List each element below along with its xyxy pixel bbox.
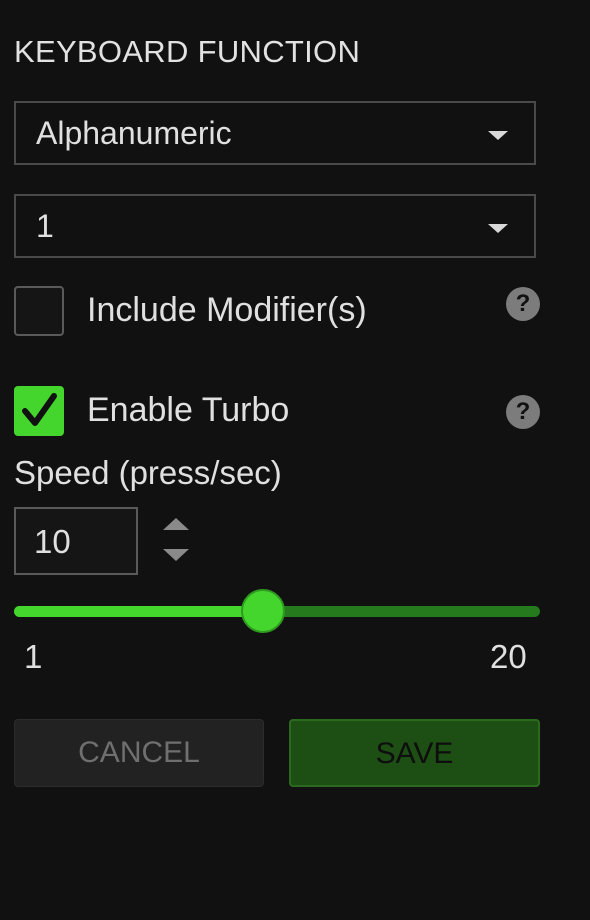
include-modifiers-checkbox[interactable] (14, 286, 64, 336)
section-title: KEYBOARD FUNCTION (14, 34, 361, 69)
enable-turbo-checkbox[interactable] (14, 386, 64, 436)
slider-min-label: 1 (24, 638, 43, 675)
key-select[interactable]: 1 (14, 194, 536, 258)
speed-slider-fill (14, 606, 264, 617)
speed-slider-thumb[interactable] (241, 589, 285, 633)
chevron-down-icon (488, 224, 508, 233)
chevron-down-icon (488, 131, 508, 140)
enable-turbo-label: Enable Turbo (87, 391, 290, 429)
stepper-down-icon[interactable] (163, 549, 189, 561)
function-type-select[interactable]: Alphanumeric (14, 101, 536, 165)
save-button[interactable]: SAVE (289, 719, 540, 787)
help-icon[interactable]: ? (506, 395, 540, 429)
stepper-up-icon[interactable] (163, 518, 189, 530)
speed-input[interactable]: 10 (14, 507, 138, 575)
cancel-button[interactable]: CANCEL (14, 719, 264, 787)
key-select-value: 1 (36, 208, 54, 244)
checkmark-icon (22, 393, 57, 426)
help-icon[interactable]: ? (506, 287, 540, 321)
include-modifiers-label: Include Modifier(s) (87, 291, 367, 329)
speed-input-value: 10 (34, 523, 71, 560)
speed-label: Speed (press/sec) (14, 454, 282, 491)
function-type-value: Alphanumeric (36, 115, 232, 151)
slider-max-label: 20 (490, 638, 527, 675)
